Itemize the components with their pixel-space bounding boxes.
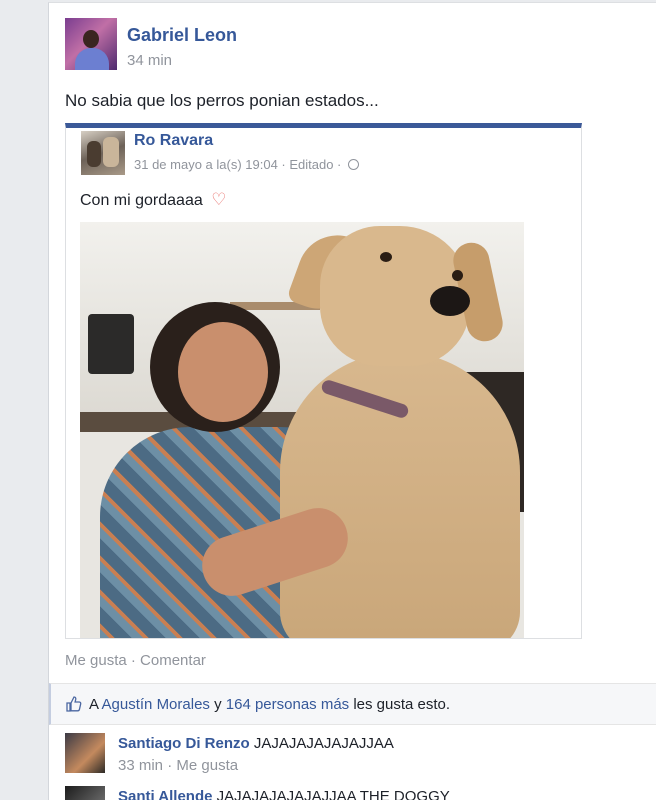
comment-line: Santi Allende JAJAJAJAJAJAJJAA THE DOGGY bbox=[118, 788, 450, 800]
post-timestamp[interactable]: 34 min bbox=[127, 52, 172, 69]
like-link[interactable]: Me gusta bbox=[65, 652, 127, 669]
comment-item: Santiago Di Renzo JAJAJAJAJAJAJJAA 33 mi… bbox=[65, 733, 656, 783]
comment-meta: 33 min · Me gusta bbox=[118, 757, 238, 774]
comment-item: Santi Allende JAJAJAJAJAJAJJAA THE DOGGY bbox=[65, 786, 656, 800]
comment-like-link[interactable]: Me gusta bbox=[176, 757, 238, 774]
comment-line: Santiago Di Renzo JAJAJAJAJAJAJJAA bbox=[118, 735, 394, 752]
post-card: Gabriel Leon 34 min No sabia que los per… bbox=[48, 2, 656, 800]
action-separator: · bbox=[130, 652, 136, 669]
comment-text: JAJAJAJAJAJAJJAA THE DOGGY bbox=[216, 788, 450, 800]
commenter-name[interactable]: Santi Allende bbox=[118, 788, 212, 800]
commenter-avatar[interactable] bbox=[65, 786, 105, 800]
likes-and: y bbox=[214, 696, 222, 713]
shared-meta-text: 31 de mayo a la(s) 19:04 · Editado · bbox=[134, 157, 342, 172]
others-link[interactable]: 164 personas más bbox=[226, 696, 349, 713]
commenter-name[interactable]: Santiago Di Renzo bbox=[118, 735, 250, 752]
dog-photo bbox=[80, 222, 524, 638]
post-actions: Me gusta · Comentar bbox=[65, 652, 206, 669]
shared-author-name: Ro Ravara bbox=[134, 132, 214, 149]
author-avatar[interactable] bbox=[65, 18, 117, 70]
shared-author-avatar bbox=[81, 131, 125, 175]
likes-summary: A Agustín Morales y 164 personas más les… bbox=[49, 683, 656, 725]
author-name[interactable]: Gabriel Leon bbox=[127, 25, 237, 46]
likes-suffix: les gusta esto. bbox=[353, 696, 451, 713]
comment-text: JAJAJAJAJAJAJJAA bbox=[253, 735, 394, 752]
thumbs-up-icon bbox=[66, 696, 82, 712]
heart-icon: ♡ bbox=[211, 190, 227, 209]
commenter-avatar[interactable] bbox=[65, 733, 105, 773]
liker-name-link[interactable]: Agustín Morales bbox=[102, 696, 210, 713]
post-text: No sabia que los perros ponian estados..… bbox=[65, 91, 379, 110]
comment-link[interactable]: Comentar bbox=[140, 652, 206, 669]
comment-separator: · bbox=[167, 757, 173, 774]
likes-text: A Agustín Morales y 164 personas más les… bbox=[89, 696, 450, 713]
likes-prefix: A bbox=[89, 696, 99, 713]
shared-post-image[interactable]: Ro Ravara 31 de mayo a la(s) 19:04 · Edi… bbox=[65, 123, 582, 639]
page-gutter bbox=[0, 0, 48, 800]
globe-icon bbox=[348, 159, 360, 170]
comment-time[interactable]: 33 min bbox=[118, 757, 163, 774]
shared-post-meta: 31 de mayo a la(s) 19:04 · Editado · bbox=[134, 157, 360, 172]
shared-post-text: Con mi gordaaaa ♡ bbox=[80, 190, 226, 210]
shared-text-content: Con mi gordaaaa bbox=[80, 192, 203, 209]
